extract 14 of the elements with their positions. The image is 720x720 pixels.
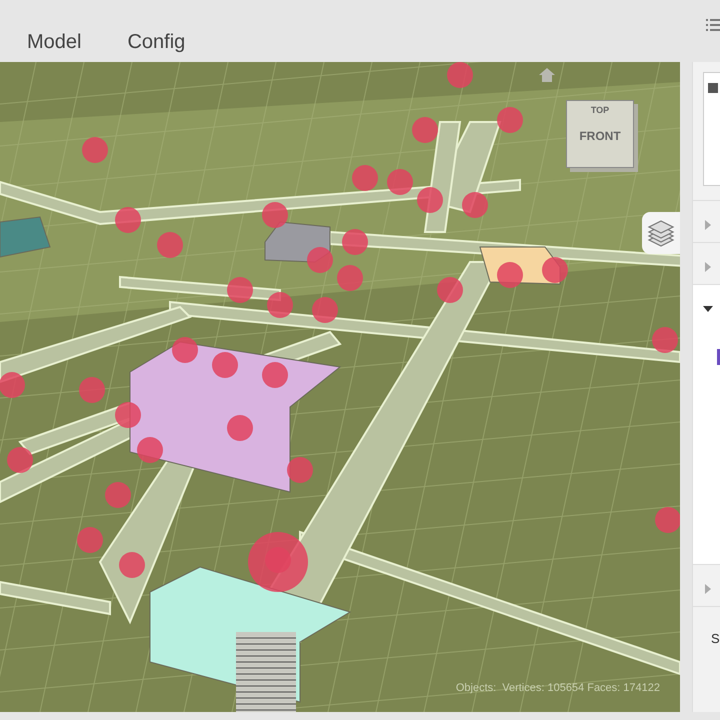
cube-face-label: TOP <box>590 105 610 115</box>
list-icon[interactable] <box>706 18 720 32</box>
3d-viewport[interactable]: TOP FRONT Objects: Vertices: 105654 Faces: 174122 <box>0 62 680 712</box>
swatch-icon <box>708 83 718 93</box>
item-icon <box>717 349 720 365</box>
stats-counts: Vertices: 105654 Faces: 174122 <box>502 682 660 694</box>
stats-label: Objects: <box>456 682 496 694</box>
layers-icon <box>646 218 676 248</box>
panel-label: S <box>711 631 720 646</box>
cube-face-label: FRONT <box>579 129 621 143</box>
tab[interactable]: Model <box>14 31 94 62</box>
home-icon[interactable] <box>539 68 555 82</box>
layers-button[interactable] <box>642 212 680 254</box>
tab[interactable]: Config <box>114 31 198 62</box>
